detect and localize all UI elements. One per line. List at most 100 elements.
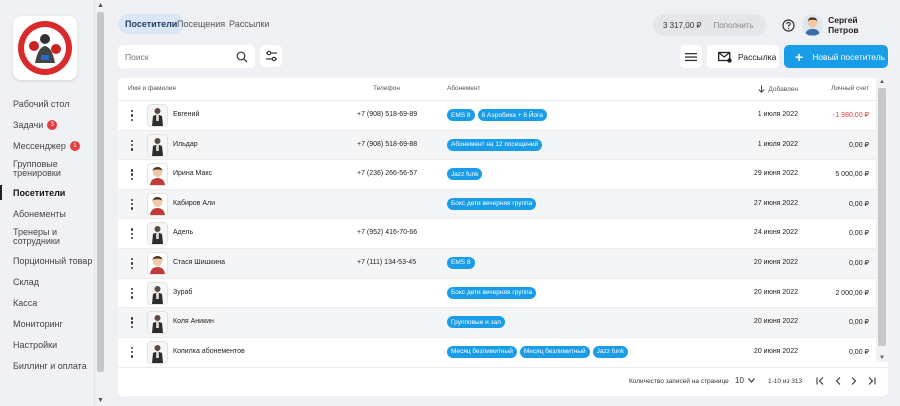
- help-icon: [782, 19, 795, 32]
- column-header-added[interactable]: Добавлен: [758, 85, 798, 93]
- table-row[interactable]: Коля Аникин Групповые и зал 20 июня 2022 0,…: [118, 307, 876, 337]
- sidebar-item-7[interactable]: Порционный товар: [0, 250, 94, 271]
- sidebar-item-11[interactable]: Настройки: [0, 334, 94, 355]
- row-actions-icon[interactable]: [130, 346, 134, 358]
- table-row[interactable]: Стася Шишкина +7 (111) 134-53-45 EMS 8 20 и…: [118, 247, 876, 278]
- scroll-up-icon[interactable]: ▲: [97, 2, 104, 9]
- balance-widget: 3 317,00 ₽ Пополнить: [653, 14, 766, 36]
- subscription-chip[interactable]: Бокс дети вечерняя группа: [447, 286, 537, 299]
- sidebar-item-9[interactable]: Касса: [0, 292, 94, 313]
- table-scrollbar[interactable]: ▲ ▼: [876, 78, 888, 362]
- visitor-balance: -1 980,00 ₽: [833, 112, 869, 119]
- sidebar-item-label: Тренеры и сотрудники: [13, 227, 60, 246]
- columns-menu-button[interactable]: [680, 45, 702, 68]
- subscription-chip[interactable]: EMS 8: [447, 256, 475, 269]
- search-button[interactable]: [236, 50, 248, 68]
- visitor-name[interactable]: Зураб: [173, 289, 192, 296]
- chevron-down-icon: [747, 378, 755, 383]
- table-row[interactable]: Ирина Макс +7 (236) 266-56-57 Jazz funk 29 …: [118, 159, 876, 189]
- new-visitor-button[interactable]: + Новый посетитель: [784, 45, 888, 68]
- sidebar-item-4[interactable]: Посетители: [0, 182, 94, 203]
- help-button[interactable]: [780, 17, 797, 34]
- subscription-chip[interactable]: EMS 8: [447, 109, 475, 121]
- visitor-cartoon-icon: [148, 252, 167, 274]
- table-row[interactable]: Зураб Бокс дети вечерняя группа 20 июня 20…: [118, 277, 876, 308]
- replenish-button[interactable]: Пополнить: [713, 21, 753, 30]
- avatar: [147, 340, 168, 364]
- sidebar-item-label: Касса: [13, 297, 38, 308]
- sidebar-item-6[interactable]: Тренеры и сотрудники: [0, 224, 94, 250]
- row-actions-icon[interactable]: [130, 198, 134, 210]
- rows-per-page-label: Количество записей на странице: [629, 378, 729, 385]
- table-scroll-down-icon[interactable]: ▼: [879, 355, 885, 361]
- table-row[interactable]: Евгений +7 (908) 518-69-89 EMS 88 Аэробика…: [118, 100, 876, 130]
- mailing-button[interactable]: Рассылка: [707, 45, 779, 68]
- row-actions-icon[interactable]: [130, 287, 134, 299]
- table-row[interactable]: Адель +7 (952) 416-70-66 24 июня 2022 0,00 …: [118, 218, 876, 248]
- search-input[interactable]: [125, 51, 233, 62]
- column-header-phone[interactable]: Телефон: [373, 85, 400, 92]
- subscription-chip[interactable]: 8 Аэробика + 8 Йога: [477, 109, 547, 121]
- row-actions-icon[interactable]: [130, 228, 134, 240]
- visitor-name[interactable]: Кабиров Али: [173, 200, 215, 207]
- sidebar-item-0[interactable]: Рабочий стол: [0, 93, 94, 114]
- first-page-button[interactable]: [814, 375, 826, 387]
- subscription-chip[interactable]: Бокс дети вечерняя группа: [447, 197, 537, 210]
- sidebar-nav: Рабочий стол Задачи 3 Мессенджер 1 Групповые …: [0, 93, 94, 376]
- row-actions-icon[interactable]: [130, 257, 134, 269]
- visitor-added-date: 20 июня 2022: [753, 347, 798, 355]
- tab-mailings[interactable]: Рассылки: [222, 14, 276, 34]
- subscription-chip[interactable]: Групповые и зал: [447, 316, 505, 329]
- user-avatar-icon: [804, 17, 821, 36]
- sidebar-scroll-thumb[interactable]: [97, 12, 104, 372]
- table-scroll-thumb[interactable]: [878, 88, 886, 346]
- sidebar-item-5[interactable]: Абонементы: [0, 203, 94, 224]
- visitor-name[interactable]: Коля Аникин: [173, 318, 214, 325]
- search-box: [118, 45, 255, 68]
- table-scroll-up-icon[interactable]: ▲: [879, 79, 885, 85]
- table-row[interactable]: Копилка абонементов Месяц безлимитный Меся…: [118, 336, 876, 367]
- subscription-chip[interactable]: Месяц безлимитный: [447, 345, 517, 358]
- mail-send-icon: [718, 51, 732, 63]
- visitor-name[interactable]: Евгений: [173, 111, 199, 118]
- column-header-name[interactable]: Имя и фамилия: [128, 85, 176, 92]
- row-actions-icon[interactable]: [130, 317, 134, 329]
- visitor-name[interactable]: Ильдар: [173, 141, 198, 148]
- visitor-name[interactable]: Копилка абонементов: [173, 348, 245, 355]
- row-actions-icon[interactable]: [130, 139, 134, 151]
- row-actions-icon[interactable]: [130, 169, 134, 181]
- sidebar-item-label: Склад: [13, 276, 40, 287]
- scroll-down-icon[interactable]: ▼: [97, 397, 104, 404]
- subscription-chip[interactable]: Месяц безлимитный: [519, 345, 590, 358]
- avatar: [147, 251, 168, 275]
- column-header-balance[interactable]: Личный счет: [831, 85, 869, 92]
- sidebar-item-2[interactable]: Мессенджер 1: [0, 135, 94, 156]
- next-page-button[interactable]: [848, 375, 860, 387]
- sidebar-item-10[interactable]: Мониторинг: [0, 313, 94, 334]
- subscription-chip[interactable]: Jazz funk: [447, 168, 483, 181]
- sidebar-item-1[interactable]: Задачи 3: [0, 114, 94, 135]
- prev-page-button[interactable]: [832, 375, 844, 387]
- user-profile[interactable]: Сергей Петров: [802, 12, 888, 38]
- subscription-chip[interactable]: Абонемент на 12 посещений: [447, 138, 543, 151]
- row-actions-icon[interactable]: [130, 110, 134, 121]
- column-header-added-label: Добавлен: [768, 85, 798, 93]
- subscription-chip[interactable]: Jazz funk: [592, 345, 629, 358]
- sidebar-item-3[interactable]: Групповые тренировки: [0, 156, 94, 182]
- filter-button[interactable]: [260, 45, 282, 67]
- table-row[interactable]: Кабиров Али Бокс дети вечерняя группа 27 и…: [118, 188, 876, 219]
- visitor-name[interactable]: Стася Шишкина: [173, 259, 225, 266]
- visitor-name[interactable]: Ирина Макс: [173, 170, 212, 177]
- visitor-subscriptions: EMS 8: [447, 256, 475, 269]
- visitor-subscriptions: Бокс дети вечерняя группа: [447, 197, 537, 210]
- last-page-button[interactable]: [865, 375, 877, 387]
- rows-per-page-select[interactable]: 10: [735, 376, 755, 385]
- table-row[interactable]: Ильдар +7 (908) 518-69-88 Абонемент на 12 …: [118, 129, 876, 160]
- sidebar-scrollbar[interactable]: ▲ ▼: [94, 0, 106, 406]
- sidebar-item-12[interactable]: Биллинг и оплата: [0, 355, 94, 376]
- visitor-name[interactable]: Адель: [173, 229, 193, 236]
- sidebar-item-8[interactable]: Склад: [0, 271, 94, 292]
- column-header-subscription[interactable]: Абонемент: [447, 85, 481, 92]
- sidebar-item-label: Порционный товар: [13, 255, 93, 266]
- club-logo[interactable]: [13, 16, 77, 80]
